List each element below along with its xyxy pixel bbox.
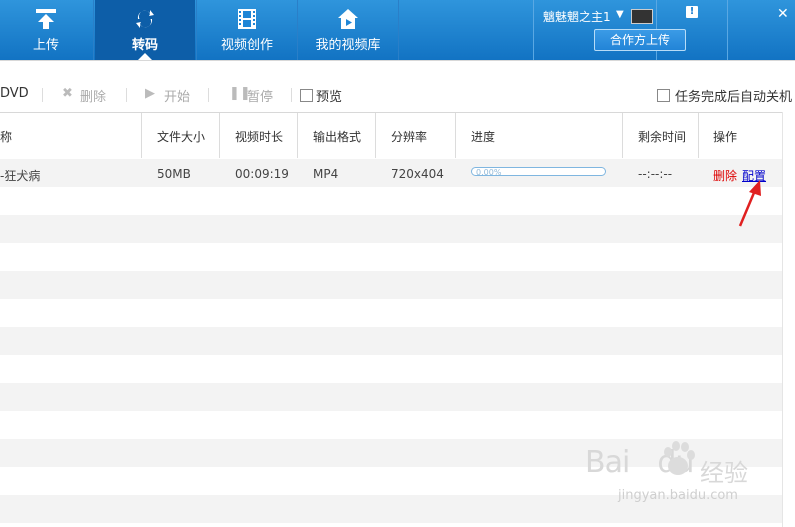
col-remaining: 剩余时间 [638,130,687,144]
tab-transcode-label: 转码 [131,38,158,53]
auto-shutdown-checkbox[interactable] [657,89,670,102]
annotation-arrow-icon [738,180,761,227]
col-progress: 进度 [471,130,496,144]
tab-my-library-label: 我的视频库 [315,38,381,53]
col-name: 称 [0,130,13,144]
row-format: MP4 [313,167,339,181]
watermark-url: jingyan.baidu.com [618,488,738,503]
avatar[interactable] [631,9,653,24]
col-resolution: 分辨率 [391,130,428,144]
col-duration: 视频时长 [235,130,284,144]
top-nav: 上传 转码 视频创作 我的视频库 魑魅魍之主1 ▼ ! ✕ 合作方上传 [0,0,795,60]
username[interactable]: 魑魅魍之主1 [543,8,611,25]
scrollbar-track[interactable] [782,112,795,527]
delete-icon: ✖ [62,86,73,101]
empty-row [0,327,782,355]
notice-icon[interactable]: ! [686,6,698,18]
tab-upload[interactable]: 上传 [0,0,92,60]
empty-row [0,383,782,411]
upload-icon [36,9,56,29]
close-icon[interactable]: ✕ [777,6,789,22]
row-remaining: --:--:-- [638,167,673,181]
row-name: -狂犬病 [0,169,41,183]
progress-bar: 0.00% [471,167,606,177]
empty-row [0,215,782,243]
home-icon [338,9,358,29]
start-button[interactable]: 开始 [164,86,190,105]
col-size: 文件大小 [157,130,206,144]
row-size: 50MB [157,167,191,181]
empty-row [0,271,782,299]
row-resolution: 720x404 [391,167,444,181]
tab-my-library[interactable]: 我的视频库 [298,0,398,60]
col-format: 输出格式 [313,130,362,144]
film-icon [238,9,256,29]
delete-button[interactable]: 删除 [80,86,106,105]
auto-shutdown-label: 任务完成后自动关机 [675,90,793,105]
row-duration: 00:09:19 [235,167,289,181]
tab-video-creation[interactable]: 视频创作 [197,0,297,60]
col-action: 操作 [713,130,738,144]
transcode-icon [136,10,154,28]
partner-upload-button[interactable]: 合作方上传 [594,29,686,51]
tab-upload-label: 上传 [32,38,59,53]
watermark-cn: 经验 [700,459,748,487]
play-icon: ▶ [145,86,155,101]
preview-checkbox[interactable] [300,89,313,102]
tab-video-creation-label: 视频创作 [220,38,273,53]
chevron-down-icon[interactable]: ▼ [616,9,624,20]
preview-label: 预览 [316,90,343,105]
pause-button[interactable]: 暂停 [247,86,273,105]
dvd-button[interactable]: DVD [0,86,29,101]
paw-logo-icon [664,441,695,475]
tab-transcode[interactable]: 转码 [95,0,195,60]
